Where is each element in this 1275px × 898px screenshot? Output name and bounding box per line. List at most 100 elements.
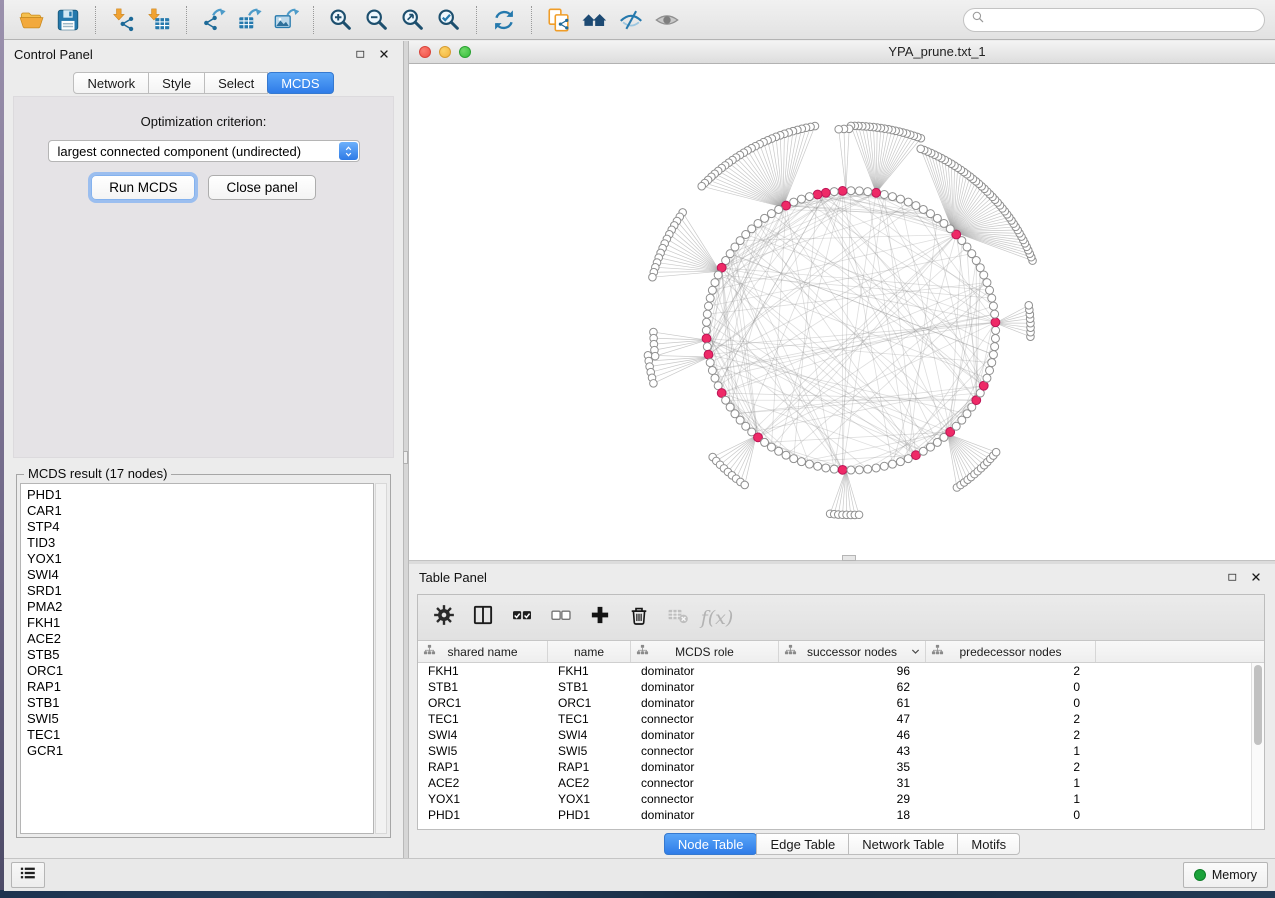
network-node[interactable]: [830, 188, 838, 196]
table-row[interactable]: SWI4SWI4dominator462: [418, 727, 1264, 743]
mcds-node[interactable]: [838, 187, 847, 196]
network-node[interactable]: [797, 195, 805, 203]
network-node[interactable]: [855, 187, 863, 195]
tab-mcds[interactable]: MCDS: [267, 72, 333, 94]
mcds-result-item[interactable]: GCR1: [27, 743, 373, 759]
network-node[interactable]: [919, 205, 927, 213]
column-header-successor-nodes[interactable]: successor nodes: [779, 641, 926, 662]
network-node[interactable]: [797, 458, 805, 466]
mcds-result-list[interactable]: PHD1CAR1STP4TID3YOX1SWI4SRD1PMA2FKH1ACE2…: [20, 483, 374, 834]
network-node[interactable]: [992, 326, 1000, 334]
mcds-result-item[interactable]: FKH1: [27, 615, 373, 631]
network-node[interactable]: [706, 294, 714, 302]
column-header-predecessor-nodes[interactable]: predecessor nodes: [926, 641, 1096, 662]
network-leaf-node[interactable]: [650, 380, 658, 388]
network-node[interactable]: [767, 210, 775, 218]
network-node[interactable]: [847, 187, 855, 195]
network-node[interactable]: [805, 460, 813, 468]
table-row[interactable]: PHD1PHD1dominator180: [418, 807, 1264, 823]
mcds-result-item[interactable]: PMA2: [27, 599, 373, 615]
network-node[interactable]: [847, 466, 855, 474]
network-leaf-node[interactable]: [741, 481, 749, 489]
window-minimize-button[interactable]: [439, 46, 451, 58]
select-all-button[interactable]: [508, 604, 536, 632]
network-leaf-node[interactable]: [698, 182, 706, 190]
deselect-all-button[interactable]: [547, 604, 575, 632]
network-node[interactable]: [989, 302, 997, 310]
mcds-result-item[interactable]: ORC1: [27, 663, 373, 679]
show-all-button[interactable]: [649, 4, 685, 36]
network-node[interactable]: [711, 279, 719, 287]
float-icon[interactable]: [1223, 568, 1241, 586]
network-node[interactable]: [896, 195, 904, 203]
export-table-button[interactable]: [232, 4, 268, 36]
network-node[interactable]: [880, 462, 888, 470]
import-table-button[interactable]: [141, 4, 177, 36]
table-scrollbar-thumb[interactable]: [1254, 665, 1262, 745]
export-network-button[interactable]: [196, 4, 232, 36]
add-column-button[interactable]: [586, 604, 614, 632]
network-node[interactable]: [872, 464, 880, 472]
mcds-node[interactable]: [704, 350, 713, 359]
network-graph[interactable]: [409, 64, 1275, 560]
network-leaf-node[interactable]: [992, 448, 1000, 456]
zoom-fit-button[interactable]: [395, 4, 431, 36]
network-leaf-node[interactable]: [917, 145, 925, 153]
network-node[interactable]: [926, 443, 934, 451]
mcds-node[interactable]: [813, 190, 822, 199]
network-node[interactable]: [864, 465, 872, 473]
mcds-result-item[interactable]: ACE2: [27, 631, 373, 647]
network-canvas[interactable]: [409, 64, 1275, 560]
network-node[interactable]: [976, 264, 984, 272]
tab-style[interactable]: Style: [148, 72, 205, 94]
network-node[interactable]: [790, 198, 798, 206]
mcds-node[interactable]: [872, 188, 881, 197]
mcds-result-item[interactable]: SWI4: [27, 567, 373, 583]
mcds-node[interactable]: [821, 188, 830, 197]
table-row[interactable]: STB1STB1dominator620: [418, 679, 1264, 695]
first-neighbors-button[interactable]: [577, 4, 613, 36]
network-node[interactable]: [703, 310, 711, 318]
network-window-titlebar[interactable]: YPA_prune.txt_1: [409, 41, 1275, 64]
run-mcds-button[interactable]: Run MCDS: [91, 175, 195, 200]
tab-edge-table[interactable]: Edge Table: [756, 833, 849, 855]
tab-network[interactable]: Network: [73, 72, 149, 94]
table-row[interactable]: TEC1TEC1connector472: [418, 711, 1264, 727]
mcds-result-item[interactable]: SWI5: [27, 711, 373, 727]
table-row[interactable]: RAP1RAP1dominator352: [418, 759, 1264, 775]
mcds-node[interactable]: [702, 334, 711, 343]
network-node[interactable]: [790, 455, 798, 463]
table-row[interactable]: YOX1YOX1connector291: [418, 791, 1264, 807]
network-node[interactable]: [782, 451, 790, 459]
hide-selected-button[interactable]: [613, 4, 649, 36]
zoom-selected-button[interactable]: [431, 4, 467, 36]
mcds-result-item[interactable]: RAP1: [27, 679, 373, 695]
mcds-result-item[interactable]: CAR1: [27, 503, 373, 519]
close-icon[interactable]: [375, 45, 393, 63]
mcds-result-scrollbar[interactable]: [375, 483, 387, 834]
refresh-button[interactable]: [486, 4, 522, 36]
network-node[interactable]: [711, 374, 719, 382]
network-node[interactable]: [986, 286, 994, 294]
network-leaf-node[interactable]: [835, 125, 843, 133]
mcds-node[interactable]: [838, 465, 847, 474]
network-node[interactable]: [702, 326, 710, 334]
network-leaf-node[interactable]: [1025, 302, 1033, 310]
network-node[interactable]: [805, 193, 813, 201]
save-session-button[interactable]: [50, 4, 86, 36]
mcds-node[interactable]: [979, 381, 988, 390]
mcds-result-item[interactable]: YOX1: [27, 551, 373, 567]
network-node[interactable]: [989, 351, 997, 359]
network-node[interactable]: [983, 279, 991, 287]
table-row[interactable]: ACE2ACE2connector311: [418, 775, 1264, 791]
network-node[interactable]: [912, 202, 920, 210]
network-node[interactable]: [706, 359, 714, 367]
window-close-button[interactable]: [419, 46, 431, 58]
network-leaf-node[interactable]: [649, 273, 657, 281]
zoom-in-button[interactable]: [323, 4, 359, 36]
optimization-criterion-select[interactable]: largest connected component (undirected): [48, 140, 360, 162]
import-network-button[interactable]: [105, 4, 141, 36]
mcds-result-item[interactable]: TID3: [27, 535, 373, 551]
show-columns-button[interactable]: [469, 604, 497, 632]
close-panel-button[interactable]: Close panel: [208, 175, 315, 200]
